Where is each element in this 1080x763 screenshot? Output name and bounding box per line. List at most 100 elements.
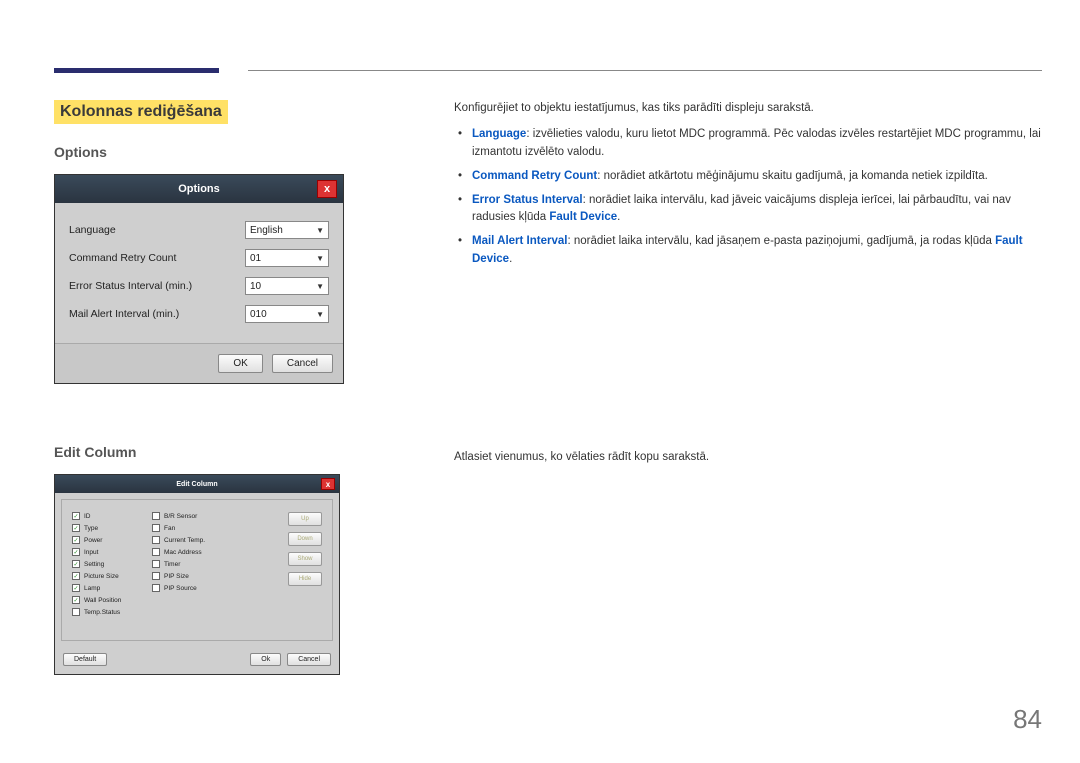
list-item[interactable]: ✓ Picture Size <box>72 572 152 580</box>
checkbox-icon[interactable] <box>152 536 160 544</box>
edit-column-description: Atlasiet vienumus, ko vēlaties rādīt kop… <box>454 451 709 463</box>
section-title: Kolonnas rediģēšana <box>54 100 228 124</box>
checkbox-icon[interactable] <box>152 560 160 568</box>
checkbox-icon[interactable]: ✓ <box>72 524 80 532</box>
list-item-label: ID <box>84 513 91 520</box>
list-item[interactable]: PIP Size <box>152 572 232 580</box>
list-item-label: Fan <box>164 525 175 532</box>
list-item-label: Mac Address <box>164 549 202 556</box>
header-divider <box>248 70 1042 71</box>
checkbox-icon[interactable]: ✓ <box>72 548 80 556</box>
term-retry: Command Retry Count <box>472 170 597 182</box>
list-item-label: PIP Source <box>164 585 197 592</box>
list-item[interactable]: ✓ Power <box>72 536 152 544</box>
list-item[interactable]: Current Temp. <box>152 536 232 544</box>
options-dialog: Options x Language English ▼ Command Ret… <box>54 174 344 384</box>
retry-select[interactable]: 01 ▼ <box>245 249 329 267</box>
list-item[interactable]: ✓ Input <box>72 548 152 556</box>
header-accent-bar <box>54 68 219 73</box>
retry-label: Command Retry Count <box>69 252 176 264</box>
default-button[interactable]: Default <box>63 653 107 666</box>
error-interval-label: Error Status Interval (min.) <box>69 280 192 292</box>
column-list-right: B/R Sensor Fan Current Temp. Mac Address Tim… <box>152 512 232 632</box>
show-button[interactable]: Show <box>288 552 322 566</box>
chevron-down-icon: ▼ <box>316 226 324 235</box>
options-heading: Options <box>54 144 354 160</box>
list-item-label: Power <box>84 537 102 544</box>
checkbox-icon[interactable] <box>152 524 160 532</box>
close-icon[interactable]: x <box>321 478 335 490</box>
column-list-left: ✓ ID ✓ Type ✓ Power ✓ Input ✓ Setting ✓ Picture Siz… <box>72 512 152 632</box>
checkbox-icon[interactable]: ✓ <box>72 572 80 580</box>
language-select[interactable]: English ▼ <box>245 221 329 239</box>
list-item[interactable]: B/R Sensor <box>152 512 232 520</box>
list-item-label: Timer <box>164 561 180 568</box>
page-number: 84 <box>1013 704 1042 735</box>
chevron-down-icon: ▼ <box>316 310 324 319</box>
checkbox-icon[interactable] <box>152 572 160 580</box>
list-item[interactable]: Fan <box>152 524 232 532</box>
checkbox-icon[interactable]: ✓ <box>72 512 80 520</box>
edit-column-heading: Edit Column <box>54 444 354 460</box>
checkbox-icon[interactable]: ✓ <box>72 584 80 592</box>
retry-value: 01 <box>250 253 261 264</box>
edit-column-titlebar: Edit Column x <box>55 475 339 493</box>
edit-column-dialog-title: Edit Column <box>176 481 217 488</box>
mail-interval-value: 010 <box>250 309 267 320</box>
list-item-label: B/R Sensor <box>164 513 197 520</box>
list-item-label: Wall Position <box>84 597 121 604</box>
checkbox-icon[interactable]: ✓ <box>72 596 80 604</box>
checkbox-icon[interactable] <box>152 548 160 556</box>
intro-text: Konfigurējiet to objektu iestatījumus, k… <box>454 100 1042 116</box>
close-icon[interactable]: x <box>317 180 337 198</box>
language-label: Language <box>69 224 116 236</box>
list-item[interactable]: ✓ Type <box>72 524 152 532</box>
ok-button[interactable]: OK <box>218 354 262 373</box>
term-language: Language <box>472 128 526 140</box>
checkbox-icon[interactable]: ✓ <box>72 560 80 568</box>
options-dialog-title: Options <box>178 183 220 195</box>
chevron-down-icon: ▼ <box>316 254 324 263</box>
term-mail: Mail Alert Interval <box>472 235 567 247</box>
list-item-label: Picture Size <box>84 573 119 580</box>
list-item-label: Current Temp. <box>164 537 205 544</box>
term-fault-device: Fault Device <box>549 211 617 223</box>
list-item-label: Input <box>84 549 98 556</box>
hide-button[interactable]: Hide <box>288 572 322 586</box>
checkbox-icon[interactable] <box>152 512 160 520</box>
language-value: English <box>250 225 283 236</box>
desc-error: Error Status Interval: norādiet laika in… <box>472 192 1042 228</box>
edit-column-dialog: Edit Column x ✓ ID ✓ Type ✓ Power ✓ Input ✓ Setti… <box>54 474 340 675</box>
checkbox-icon[interactable]: ✓ <box>72 536 80 544</box>
desc-retry: Command Retry Count: norādiet atkārtotu … <box>472 168 1042 186</box>
error-interval-value: 10 <box>250 281 261 292</box>
list-item[interactable]: ✓ Setting <box>72 560 152 568</box>
options-titlebar: Options x <box>55 175 343 203</box>
list-item-label: Lamp <box>84 585 100 592</box>
list-item[interactable]: ✓ ID <box>72 512 152 520</box>
list-item[interactable]: Timer <box>152 560 232 568</box>
list-item[interactable]: PIP Source <box>152 584 232 592</box>
list-item[interactable]: Temp.Status <box>72 608 152 616</box>
desc-language: Language: izvēlieties valodu, kuru lieto… <box>472 126 1042 162</box>
down-button[interactable]: Down <box>288 532 322 546</box>
checkbox-icon[interactable] <box>72 608 80 616</box>
up-button[interactable]: Up <box>288 512 322 526</box>
list-item[interactable]: ✓ Lamp <box>72 584 152 592</box>
term-error: Error Status Interval <box>472 194 583 206</box>
cancel-button[interactable]: Cancel <box>287 653 331 666</box>
list-item-label: Setting <box>84 561 104 568</box>
chevron-down-icon: ▼ <box>316 282 324 291</box>
error-interval-select[interactable]: 10 ▼ <box>245 277 329 295</box>
checkbox-icon[interactable] <box>152 584 160 592</box>
cancel-button[interactable]: Cancel <box>272 354 333 373</box>
list-item[interactable]: ✓ Wall Position <box>72 596 152 604</box>
mail-interval-select[interactable]: 010 ▼ <box>245 305 329 323</box>
list-item-label: Temp.Status <box>84 609 120 616</box>
ok-button[interactable]: Ok <box>250 653 281 666</box>
list-item-label: PIP Size <box>164 573 189 580</box>
list-item-label: Type <box>84 525 98 532</box>
desc-mail: Mail Alert Interval: norādiet laika inte… <box>472 233 1042 269</box>
list-item[interactable]: Mac Address <box>152 548 232 556</box>
mail-interval-label: Mail Alert Interval (min.) <box>69 308 179 320</box>
